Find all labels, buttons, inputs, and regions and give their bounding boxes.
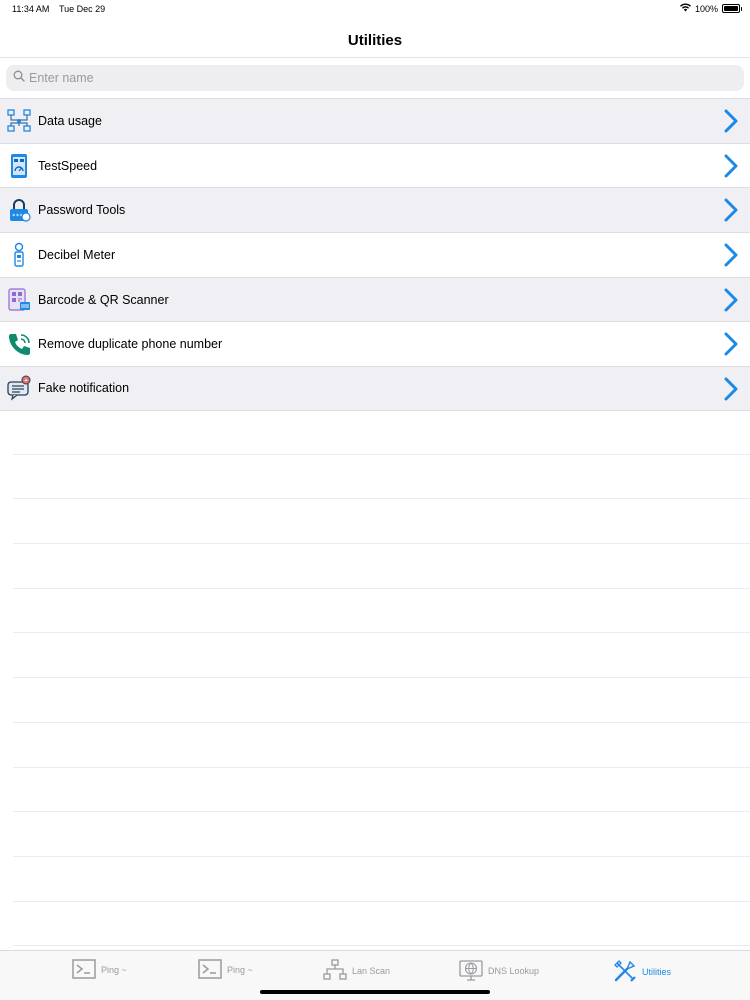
list-item-remove-duplicate-phone[interactable]: Remove duplicate phone number: [0, 321, 750, 366]
tab-ping-1[interactable]: Ping ~: [72, 959, 127, 981]
list-item-testspeed[interactable]: TestSpeed: [0, 142, 750, 188]
chevron-right-icon: [724, 377, 738, 406]
globe-monitor-icon: [459, 959, 483, 983]
tab-label: Ping ~: [101, 965, 127, 975]
data-usage-icon: [6, 108, 32, 134]
notification-icon: [6, 375, 32, 402]
network-icon: [323, 959, 347, 983]
home-indicator: [260, 990, 490, 994]
decibel-meter-icon: [6, 242, 32, 268]
wifi-icon: [679, 3, 691, 14]
list-item-label: Decibel Meter: [38, 247, 116, 262]
battery-percent: 100%: [694, 3, 718, 14]
empty-row-separator: [13, 410, 750, 455]
status-bar: 11:34 AM Tue Dec 29 100%: [0, 0, 750, 20]
empty-row-separator: [13, 544, 750, 589]
chevron-right-icon: [724, 288, 738, 317]
search-input[interactable]: [29, 71, 709, 85]
speedtest-icon: [6, 153, 32, 179]
list-item-fake-notification[interactable]: Fake notification: [0, 366, 750, 411]
tools-icon: [613, 959, 637, 985]
tab-label: Utilities: [642, 967, 672, 977]
empty-row-separator: [13, 499, 750, 545]
chevron-right-icon: [724, 243, 738, 272]
empty-row-separator: [13, 723, 750, 768]
list-item-decibel-meter[interactable]: Decibel Meter: [0, 232, 750, 277]
status-date: Tue Dec 29: [59, 4, 106, 14]
list-item-label: Barcode & QR Scanner: [38, 292, 169, 307]
tab-lan-scan[interactable]: Lan Scan: [323, 959, 390, 983]
empty-row-separator: [13, 455, 750, 500]
list-item-label: Data usage: [38, 113, 102, 128]
utilities-list: Data usage TestSpeed *** Password Tools …: [0, 98, 750, 411]
chevron-right-icon: [724, 154, 738, 183]
tab-ping-2[interactable]: Ping ~: [198, 959, 253, 981]
password-lock-icon: ***: [6, 197, 32, 223]
phone-icon: [6, 331, 32, 357]
empty-row-separator: [13, 768, 750, 813]
terminal-icon: [198, 959, 222, 981]
tab-utilities[interactable]: Utilities: [613, 959, 671, 985]
empty-row-separator: [13, 902, 750, 947]
empty-row-separator: [13, 589, 750, 634]
tab-dns-lookup[interactable]: DNS Lookup: [459, 959, 539, 983]
tab-label: Lan Scan: [352, 966, 391, 976]
list-item-label: TestSpeed: [38, 158, 98, 173]
list-item-data-usage[interactable]: Data usage: [0, 98, 750, 143]
empty-list-area: [0, 410, 750, 947]
chevron-right-icon: [724, 109, 738, 138]
chevron-right-icon: [724, 332, 738, 361]
empty-row-separator: [13, 678, 750, 723]
tab-label: DNS Lookup: [488, 966, 540, 976]
search-icon: [13, 69, 29, 87]
page-title: Utilities: [347, 32, 403, 49]
list-item-label: Fake notification: [38, 381, 130, 396]
qr-scanner-icon: [6, 287, 32, 313]
list-item-barcode-qr-scanner[interactable]: Barcode & QR Scanner: [0, 276, 750, 322]
tab-bar: Ping ~ Ping ~ Lan Scan DNS Lookup Utilit…: [0, 950, 750, 1000]
tab-label: Ping ~: [227, 965, 253, 975]
terminal-icon: [72, 959, 96, 981]
empty-row-separator: [13, 857, 750, 902]
list-item-label: Remove duplicate phone number: [38, 337, 223, 352]
chevron-right-icon: [724, 198, 738, 227]
list-item-password-tools[interactable]: *** Password Tools: [0, 187, 750, 233]
nav-divider: [0, 57, 750, 58]
empty-row-separator: [13, 812, 750, 857]
search-bar[interactable]: [6, 65, 744, 91]
status-time: 11:34 AM: [12, 4, 50, 14]
battery-icon: [722, 4, 742, 13]
battery-level: [724, 6, 738, 11]
empty-row-separator: [13, 633, 750, 679]
list-item-label: Password Tools: [38, 203, 126, 218]
status-indicators: 100%: [679, 3, 742, 14]
